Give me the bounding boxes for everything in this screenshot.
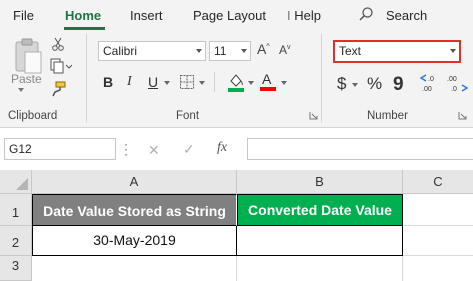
ribbon: Paste Clipboard Calibri 11 A^ Av B I U A…: [0, 30, 473, 128]
chevron-down-icon: [450, 49, 456, 53]
cell-a3[interactable]: [32, 256, 237, 281]
increase-font-size-icon[interactable]: A^: [257, 41, 270, 57]
font-size-value: 11: [214, 44, 227, 58]
font-color-icon[interactable]: A: [260, 70, 276, 92]
formula-input[interactable]: [247, 138, 473, 160]
svg-text:.00: .00: [422, 86, 432, 93]
enter-icon[interactable]: ✓: [183, 141, 195, 158]
tab-insert[interactable]: Insert: [130, 8, 163, 23]
column-header-a[interactable]: A: [32, 170, 237, 194]
percent-icon[interactable]: %: [367, 74, 382, 94]
comma-style-icon[interactable]: 9: [393, 74, 404, 96]
font-group-label: Font: [176, 110, 200, 122]
increase-decimal-icon[interactable]: .0.00: [419, 72, 442, 94]
group-divider: [321, 34, 322, 122]
worksheet-grid: A B C 1 2 3 Date Value Stored as String …: [0, 170, 473, 281]
search-icon[interactable]: [358, 6, 374, 22]
tab-help-label: Help: [294, 8, 321, 23]
row-header-3[interactable]: 3: [0, 256, 32, 281]
cell-b1[interactable]: Converted Date Value: [237, 194, 403, 226]
dialog-launcher-icon[interactable]: [458, 109, 467, 120]
fill-color-dropdown-arrow[interactable]: [248, 81, 254, 85]
borders-icon[interactable]: [179, 74, 195, 90]
clipboard-group-label: Clipboard: [8, 110, 58, 122]
select-all-corner[interactable]: [0, 170, 32, 194]
insert-function-icon[interactable]: fx: [217, 140, 227, 156]
underline-icon[interactable]: U: [148, 74, 158, 90]
cell-a1[interactable]: Date Value Stored as String: [32, 194, 237, 226]
svg-text:.0: .0: [451, 86, 457, 93]
font-color-dropdown-arrow[interactable]: [281, 81, 287, 85]
column-header-b[interactable]: B: [237, 170, 403, 194]
tab-help[interactable]: I Help: [287, 8, 321, 23]
paste-icon: [15, 38, 42, 74]
name-box[interactable]: G12: [4, 138, 116, 160]
font-name-value: Calibri: [103, 44, 138, 58]
number-format-dropdown[interactable]: Text: [333, 40, 461, 63]
svg-text:.0: .0: [428, 76, 434, 83]
cut-icon[interactable]: [50, 36, 66, 52]
chevron-down-icon: [241, 49, 247, 53]
chevron-down-icon: [196, 49, 202, 53]
paste-dropdown-arrow[interactable]: [18, 88, 24, 92]
row-header-1[interactable]: 1: [0, 194, 32, 226]
divider: [214, 72, 215, 92]
tab-page-layout[interactable]: Page Layout: [193, 8, 266, 23]
paste-label: Paste: [11, 72, 42, 86]
cell-b2[interactable]: [237, 226, 403, 256]
svg-text:.00: .00: [447, 76, 457, 83]
row-header-2[interactable]: 2: [0, 226, 32, 256]
column-header-c[interactable]: C: [403, 170, 473, 194]
cancel-icon[interactable]: ✕: [148, 142, 160, 159]
dialog-launcher-icon[interactable]: [309, 109, 318, 120]
cell-b3[interactable]: [237, 256, 403, 281]
decrease-decimal-icon[interactable]: .00.0: [446, 72, 469, 94]
cell-c2[interactable]: [403, 226, 473, 256]
bold-icon[interactable]: B: [103, 74, 113, 90]
fill-color-icon[interactable]: [227, 72, 245, 92]
number-group-label: Number: [367, 110, 408, 122]
copy-icon[interactable]: [50, 58, 72, 74]
currency-dropdown-arrow[interactable]: [352, 83, 358, 87]
underline-dropdown-arrow[interactable]: [164, 81, 170, 85]
font-name-dropdown[interactable]: Calibri: [98, 41, 206, 61]
name-box-value: G12: [9, 142, 32, 156]
cell-c3[interactable]: [403, 256, 473, 281]
font-size-dropdown[interactable]: 11: [209, 41, 251, 61]
format-painter-icon[interactable]: [50, 81, 66, 97]
menu-bar: File Home Insert Page Layout I Help Sear…: [0, 0, 473, 30]
cell-a2[interactable]: 30-May-2019: [32, 226, 237, 256]
tab-file[interactable]: File: [13, 8, 34, 23]
cell-c1[interactable]: [403, 194, 473, 226]
group-divider: [86, 34, 87, 122]
more-options-icon[interactable]: ⋮: [119, 142, 133, 156]
number-format-value: Text: [339, 44, 362, 58]
tab-home[interactable]: Home: [65, 8, 101, 23]
currency-icon[interactable]: $: [337, 74, 346, 94]
decrease-font-size-icon[interactable]: Av: [279, 43, 291, 57]
borders-dropdown-arrow[interactable]: [199, 81, 205, 85]
formula-bar: G12 ⋮ ✕ ✓ fx: [0, 128, 473, 170]
italic-icon[interactable]: I: [127, 74, 132, 90]
search-label[interactable]: Search: [386, 8, 427, 23]
svg-text:A: A: [262, 71, 272, 87]
